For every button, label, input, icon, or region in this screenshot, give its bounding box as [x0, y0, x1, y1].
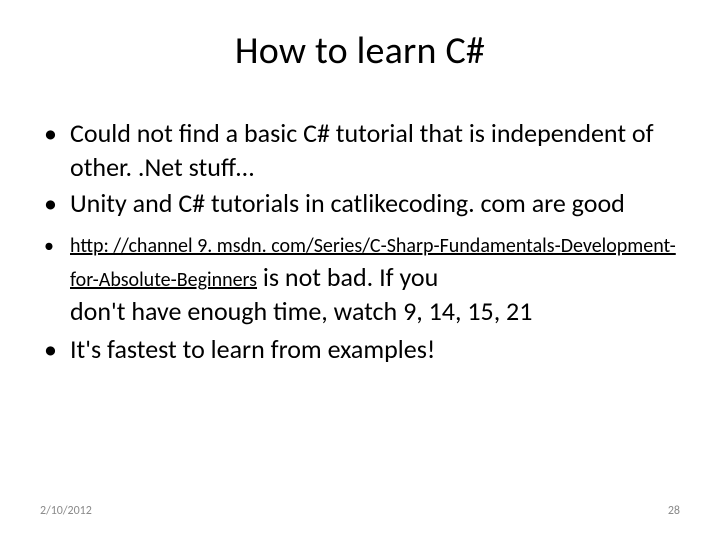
bullet-list: • Could not find a basic C# tutorial tha…	[40, 116, 680, 366]
bullet-item: • http: //channel 9. msdn. com/Series/C-…	[42, 232, 680, 328]
slide-title: How to learn C#	[40, 28, 680, 74]
bullet-item: • Could not find a basic C# tutorial tha…	[42, 116, 680, 184]
bullet-text: Unity and C# tutorials in catlikecoding.…	[70, 186, 680, 220]
bullet-mark-icon: •	[42, 332, 70, 366]
bullet-text: http: //channel 9. msdn. com/Series/C-Sh…	[70, 232, 680, 328]
bullet-mark-icon: •	[42, 186, 70, 220]
bullet-mark-icon: •	[42, 232, 70, 260]
bullet-trail: is not bad. If you	[257, 261, 438, 293]
bullet-text: Could not find a basic C# tutorial that …	[70, 116, 680, 184]
footer-date: 2/10/2012	[40, 504, 92, 518]
slide-footer: 2/10/2012 28	[40, 504, 680, 518]
bullet-item: • It's fastest to learn from examples!	[42, 332, 680, 366]
bullet-item: • Unity and C# tutorials in catlikecodin…	[42, 186, 680, 220]
footer-page-number: 28	[668, 504, 680, 518]
bullet-text: It's fastest to learn from examples!	[70, 332, 680, 366]
bullet-trail: don't have enough time, watch 9, 14, 15,…	[70, 294, 680, 328]
slide: How to learn C# • Could not find a basic…	[0, 0, 720, 540]
bullet-mark-icon: •	[42, 116, 70, 150]
